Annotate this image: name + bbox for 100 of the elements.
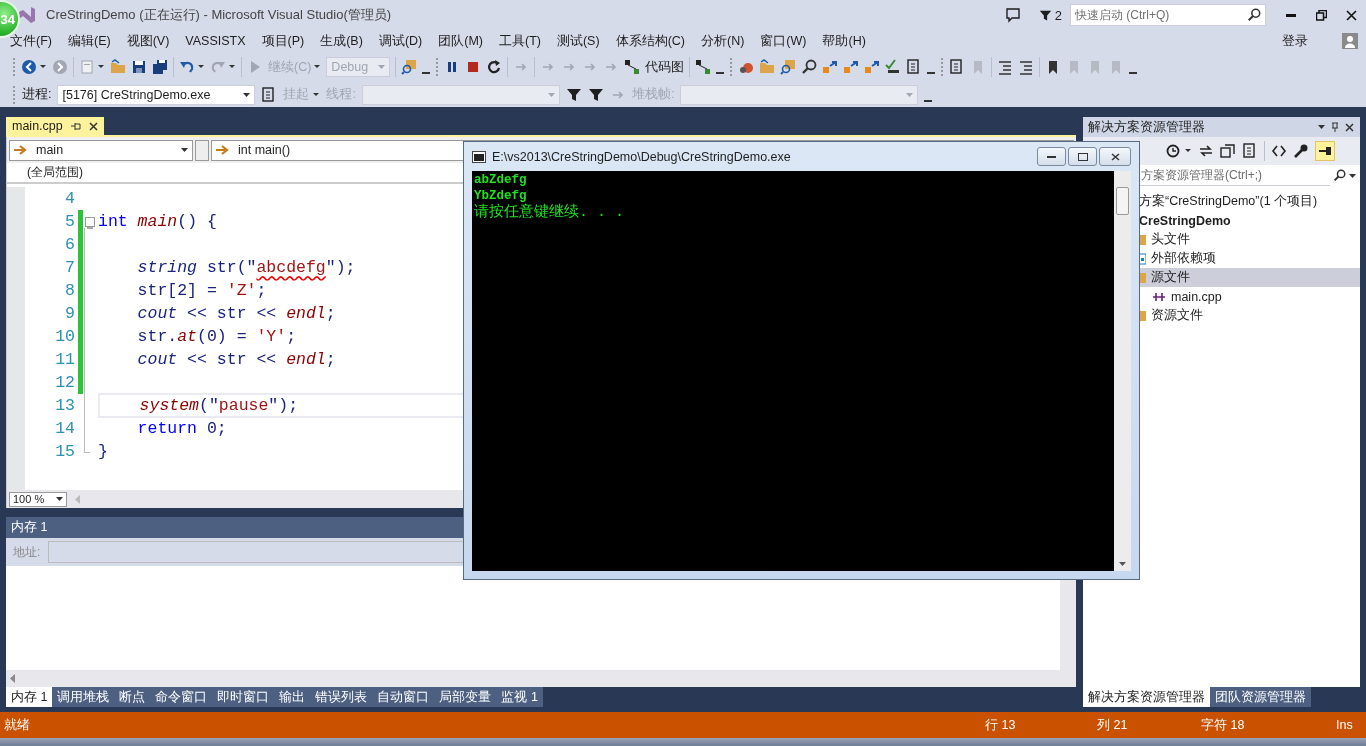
close-button[interactable] xyxy=(1099,147,1131,166)
panel-tab[interactable]: 内存 1 xyxy=(6,687,53,707)
properties-icon[interactable] xyxy=(1242,143,1258,159)
search-icon[interactable] xyxy=(1333,169,1346,182)
filter-icon[interactable] xyxy=(1038,8,1052,22)
outdent-icon[interactable] xyxy=(1018,59,1035,75)
search-icon[interactable] xyxy=(1247,8,1261,22)
close-icon[interactable] xyxy=(1345,9,1357,21)
panel-tab[interactable]: 监视 1 xyxy=(496,687,543,707)
save-all-icon[interactable] xyxy=(152,59,168,75)
menu-item[interactable]: 编辑(E) xyxy=(59,32,119,50)
panel-tab[interactable]: 输出 xyxy=(274,687,311,707)
notification-count[interactable]: 2 xyxy=(1038,7,1062,23)
wrench-icon[interactable] xyxy=(1293,143,1309,159)
tree-item[interactable]: main.cpp xyxy=(1139,287,1360,306)
sign-in-link[interactable]: 登录 xyxy=(1282,32,1308,50)
dropdown-arrow-icon[interactable] xyxy=(313,65,322,69)
scrollbar-thumb[interactable] xyxy=(1116,187,1129,215)
line-indicator: 行 13 xyxy=(985,716,1017,734)
menu-item[interactable]: 调试(D) xyxy=(370,32,431,50)
restart-icon[interactable] xyxy=(486,59,503,75)
undo-icon[interactable] xyxy=(179,59,195,75)
find-icon[interactable] xyxy=(780,59,797,75)
line-number: 12 xyxy=(54,373,75,392)
dropdown-arrow-icon[interactable] xyxy=(181,148,188,152)
code-icon[interactable] xyxy=(1271,143,1287,159)
tree-item[interactable]: CreStringDemo xyxy=(1139,211,1360,230)
open-folder-icon[interactable] xyxy=(110,59,126,75)
scroll-down-icon[interactable] xyxy=(1119,562,1126,566)
window-title: CreStringDemo (正在运行) - Microsoft Visual Studio(管理员) xyxy=(46,6,393,24)
maximize-button[interactable] xyxy=(1068,147,1097,166)
close-icon[interactable] xyxy=(1110,152,1120,161)
process-dropdown[interactable]: [5176] CreStringDemo.exe xyxy=(57,84,256,105)
menu-item[interactable]: 分析(N) xyxy=(693,32,753,50)
dropdown-arrow-icon[interactable] xyxy=(243,92,251,97)
feedback-icon[interactable] xyxy=(1004,7,1021,23)
restore-icon[interactable] xyxy=(1315,9,1327,21)
dropdown-arrow-icon[interactable] xyxy=(97,65,105,69)
zoom-icon[interactable] xyxy=(801,59,818,75)
dropdown-arrow-icon[interactable] xyxy=(228,65,236,69)
dropdown-arrow-icon[interactable] xyxy=(1184,149,1192,153)
menu-item[interactable]: 窗口(W) xyxy=(752,32,815,50)
code-map-button[interactable]: 代码图 xyxy=(645,58,685,76)
panel-tab[interactable]: 错误列表 xyxy=(310,687,373,707)
scroll-left-icon[interactable] xyxy=(10,674,15,683)
horizontal-scrollbar[interactable] xyxy=(6,670,1076,687)
menu-item[interactable]: 体系结构(C) xyxy=(607,32,693,50)
menu-item[interactable]: 视图(V) xyxy=(118,32,178,50)
menu-item[interactable]: 生成(B) xyxy=(312,32,371,50)
dropdown-arrow-icon[interactable] xyxy=(39,65,47,69)
menu-item[interactable]: 团队(M) xyxy=(430,32,491,50)
minimize-button[interactable] xyxy=(1037,147,1066,166)
menu-item[interactable]: 帮助(H) xyxy=(814,32,874,50)
panel-tab[interactable]: 即时窗口 xyxy=(212,687,275,707)
dropdown-arrow-icon[interactable] xyxy=(197,65,205,69)
dropdown-arrow-icon[interactable] xyxy=(312,92,321,97)
arrow-icon xyxy=(14,145,28,155)
filter-icon[interactable] xyxy=(565,86,582,103)
code-line: } xyxy=(98,441,108,462)
zoom-dropdown[interactable]: 100 % xyxy=(9,491,67,507)
dropdown-arrow-icon[interactable] xyxy=(1318,125,1325,129)
search-field[interactable]: 方案资源管理器(Ctrl+;) xyxy=(1139,165,1330,186)
code-line: return 0; xyxy=(136,418,227,439)
open-folder-icon[interactable] xyxy=(759,59,776,75)
address-label: 地址: xyxy=(13,543,41,561)
minimize-icon[interactable] xyxy=(1047,155,1056,158)
user-avatar-icon[interactable] xyxy=(1342,33,1358,49)
tree-item[interactable]: 方案“CreStringDemo”(1 个项目) xyxy=(1139,192,1360,211)
panel-tab[interactable]: 断点 xyxy=(114,687,151,707)
maximize-icon[interactable] xyxy=(1077,152,1088,161)
panel-tab[interactable]: 团队资源管理器 xyxy=(1210,687,1311,707)
minimize-icon[interactable] xyxy=(1286,13,1296,17)
quick-launch-field[interactable]: 快速启动 (Ctrl+Q) xyxy=(1070,4,1266,26)
code-map-icon[interactable] xyxy=(624,59,641,75)
dropdown-arrow-icon[interactable] xyxy=(56,497,63,501)
back-icon[interactable] xyxy=(21,59,37,75)
panel-tab[interactable]: 解决方案资源管理器 xyxy=(1083,687,1210,707)
menu-item[interactable]: 项目(P) xyxy=(253,32,313,50)
sync-icon[interactable] xyxy=(1198,143,1214,159)
dropdown-arrow-icon[interactable] xyxy=(1349,173,1356,178)
panel-tab[interactable]: 调用堆栈 xyxy=(52,687,115,707)
menu-item[interactable]: VASSISTX xyxy=(177,34,254,48)
scope-dropdown[interactable]: main xyxy=(9,139,193,161)
panel-tab[interactable]: 局部变量 xyxy=(434,687,497,707)
spell-check-icon[interactable] xyxy=(885,59,902,75)
save-icon[interactable] xyxy=(131,59,147,75)
close-icon[interactable] xyxy=(1345,122,1354,132)
tree-item[interactable]: 源文件 xyxy=(1139,268,1360,287)
document-tab[interactable]: main.cpp xyxy=(6,117,104,135)
menu-item[interactable]: 测试(S) xyxy=(548,32,608,50)
line-number: 9 xyxy=(64,304,75,323)
panel-tab[interactable]: 自动窗口 xyxy=(372,687,435,707)
history-icon[interactable] xyxy=(1165,143,1181,159)
collapse-icon[interactable] xyxy=(85,216,95,227)
collapse-all-icon[interactable] xyxy=(1220,143,1236,159)
indent-icon[interactable] xyxy=(997,59,1014,75)
menu-item[interactable]: 工具(T) xyxy=(491,32,549,50)
find-in-files-icon[interactable] xyxy=(401,59,418,75)
panel-tab[interactable]: 命令窗口 xyxy=(150,687,213,707)
close-icon[interactable] xyxy=(88,121,98,131)
